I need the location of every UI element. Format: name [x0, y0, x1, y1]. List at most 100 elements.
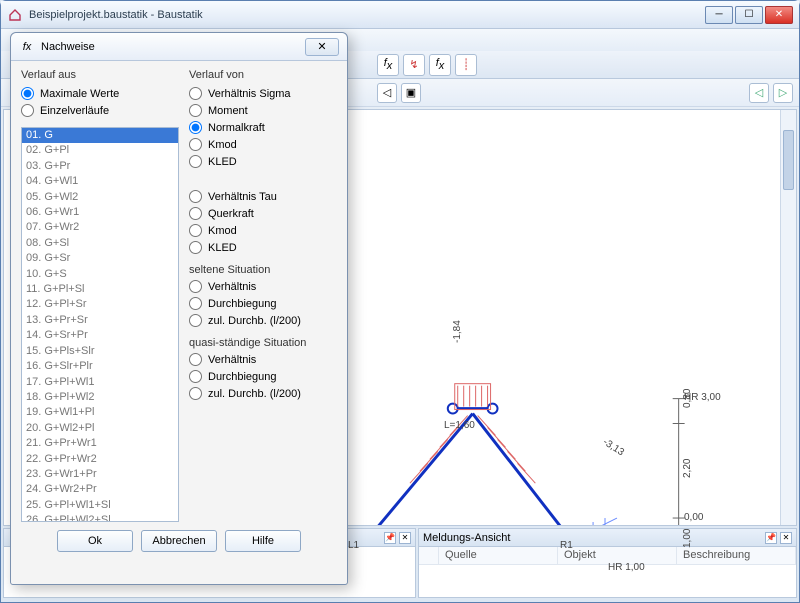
col-blank[interactable] [419, 547, 439, 564]
help-button[interactable]: Hilfe [225, 530, 301, 552]
radio-einzel-input[interactable] [21, 104, 34, 117]
radio-a-4[interactable]: KLED [189, 155, 337, 168]
radio-a-2[interactable]: Normalkraft [189, 121, 337, 134]
list-item[interactable]: 12. G+Pl+Sr [22, 297, 178, 312]
radio-input-c-2[interactable] [189, 314, 202, 327]
radio-input-b-0[interactable] [189, 190, 202, 203]
radio-max-werte-label: Maximale Werte [40, 88, 119, 100]
radio-a-0[interactable]: Verhältnis Sigma [189, 87, 337, 100]
radio-input-c-0[interactable] [189, 280, 202, 293]
list-item[interactable]: 21. G+Pr+Wr1 [22, 436, 178, 451]
list-item[interactable]: 23. G+Wr1+Pr [22, 467, 178, 482]
radio-input-b-2[interactable] [189, 224, 202, 237]
radio-c-1[interactable]: Durchbiegung [189, 297, 337, 310]
radio-input-a-0[interactable] [189, 87, 202, 100]
radio-input-d-0[interactable] [189, 353, 202, 366]
ruler-hr-bottom: HR 1,00 [608, 562, 645, 573]
radio-input-c-1[interactable] [189, 297, 202, 310]
fx-icon-2: fx [436, 57, 445, 72]
toolbar-fx-1-button[interactable]: fx [377, 54, 399, 76]
nav-left-button[interactable]: ◁ [377, 83, 397, 103]
list-item[interactable]: 06. G+Wr1 [22, 205, 178, 220]
panel-left-close-icon[interactable]: ✕ [399, 532, 411, 544]
ruler-080: 0,80 [682, 389, 693, 408]
scrollbar-thumb[interactable] [783, 130, 794, 190]
radio-a-3[interactable]: Kmod [189, 138, 337, 151]
radio-input-d-1[interactable] [189, 370, 202, 383]
toolbar-w-button[interactable]: ↯ [403, 54, 425, 76]
radio-input-a-2[interactable] [189, 121, 202, 134]
list-item[interactable]: 24. G+Wr2+Pr [22, 482, 178, 497]
triangle-right-icon: ▷ [779, 86, 787, 99]
radio-einzelverlaeufe[interactable]: Einzelverläufe [21, 104, 171, 117]
combo-listbox[interactable]: 01. G02. G+Pl03. G+Pr04. G+Wl105. G+Wl20… [21, 127, 179, 522]
dialog-close-button[interactable]: ✕ [305, 38, 339, 56]
col-quelle[interactable]: Quelle [439, 547, 558, 564]
radio-b-3[interactable]: KLED [189, 241, 337, 254]
radio-max-werte[interactable]: Maximale Werte [21, 87, 171, 100]
list-item[interactable]: 14. G+Sr+Pr [22, 328, 178, 343]
list-item[interactable]: 08. G+Sl [22, 236, 178, 251]
list-item[interactable]: 11. G+Pl+Sl [22, 282, 178, 297]
cancel-button[interactable]: Abbrechen [141, 530, 217, 552]
list-item[interactable]: 22. G+Pr+Wr2 [22, 452, 178, 467]
seltene-label: seltene Situation [189, 264, 337, 276]
radio-max-werte-input[interactable] [21, 87, 34, 100]
col-beschreibung[interactable]: Beschreibung [677, 547, 796, 564]
radio-b-1[interactable]: Querkraft [189, 207, 337, 220]
list-item[interactable]: 09. G+Sr [22, 251, 178, 266]
radio-label-a-4: KLED [208, 156, 237, 168]
list-item[interactable]: 13. G+Pr+Sr [22, 313, 178, 328]
list-item[interactable]: 16. G+Slr+Plr [22, 359, 178, 374]
nav-left2-button[interactable]: ◁ [749, 83, 769, 103]
radio-d-2[interactable]: zul. Durchb. (l/200) [189, 387, 337, 400]
toolbar-fx-2-button[interactable]: fx [429, 54, 451, 76]
list-item[interactable]: 17. G+Pl+Wl1 [22, 375, 178, 390]
radio-c-0[interactable]: Verhältnis [189, 280, 337, 293]
radio-label-a-3: Kmod [208, 139, 237, 151]
nav-box-button[interactable]: ▣ [401, 83, 421, 103]
radio-c-2[interactable]: zul. Durchb. (l/200) [189, 314, 337, 327]
radio-label-b-0: Verhältnis Tau [208, 191, 277, 203]
radio-a-1[interactable]: Moment [189, 104, 337, 117]
ok-button[interactable]: Ok [57, 530, 133, 552]
radio-b-0[interactable]: Verhältnis Tau [189, 190, 337, 203]
radio-input-a-4[interactable] [189, 155, 202, 168]
toolbar-marker-button[interactable]: ┊ [455, 54, 477, 76]
list-item[interactable]: 18. G+Pl+Wl2 [22, 390, 178, 405]
list-item[interactable]: 07. G+Wr2 [22, 220, 178, 235]
maximize-button[interactable]: ☐ [735, 6, 763, 24]
list-item[interactable]: 15. G+Pls+Slr [22, 344, 178, 359]
radio-label-c-2: zul. Durchb. (l/200) [208, 315, 301, 327]
fx-icon: fx [384, 57, 393, 72]
r1-label: R1 [560, 540, 573, 551]
titlebar: Beispielprojekt.baustatik - Baustatik ─ … [1, 1, 799, 29]
list-item[interactable]: 25. G+Pl+Wl1+Sl [22, 498, 178, 513]
list-item[interactable]: 01. G [22, 128, 178, 143]
vertical-scrollbar[interactable] [780, 110, 796, 525]
list-item[interactable]: 05. G+Wl2 [22, 190, 178, 205]
radio-input-b-3[interactable] [189, 241, 202, 254]
radio-label-d-0: Verhältnis [208, 354, 256, 366]
radio-label-a-1: Moment [208, 105, 248, 117]
radio-b-2[interactable]: Kmod [189, 224, 337, 237]
list-item[interactable]: 04. G+Wl1 [22, 174, 178, 189]
radio-input-a-3[interactable] [189, 138, 202, 151]
list-item[interactable]: 19. G+Wl1+Pl [22, 405, 178, 420]
panel-meldungs-close-icon[interactable]: ✕ [780, 532, 792, 544]
radio-input-b-1[interactable] [189, 207, 202, 220]
panel-left-pin-icon[interactable]: 📌 [384, 532, 396, 544]
list-item[interactable]: 10. G+S [22, 267, 178, 282]
minimize-button[interactable]: ─ [705, 6, 733, 24]
radio-input-a-1[interactable] [189, 104, 202, 117]
radio-input-d-2[interactable] [189, 387, 202, 400]
panel-meldungs-pin-icon[interactable]: 📌 [765, 532, 777, 544]
radio-d-0[interactable]: Verhältnis [189, 353, 337, 366]
list-item[interactable]: 20. G+Wl2+Pl [22, 421, 178, 436]
list-item[interactable]: 03. G+Pr [22, 159, 178, 174]
list-item[interactable]: 02. G+Pl [22, 143, 178, 158]
close-button[interactable]: ✕ [765, 6, 793, 24]
nav-right-button[interactable]: ▷ [773, 83, 793, 103]
list-item[interactable]: 26. G+Pl+Wl2+Sl [22, 513, 178, 522]
radio-d-1[interactable]: Durchbiegung [189, 370, 337, 383]
